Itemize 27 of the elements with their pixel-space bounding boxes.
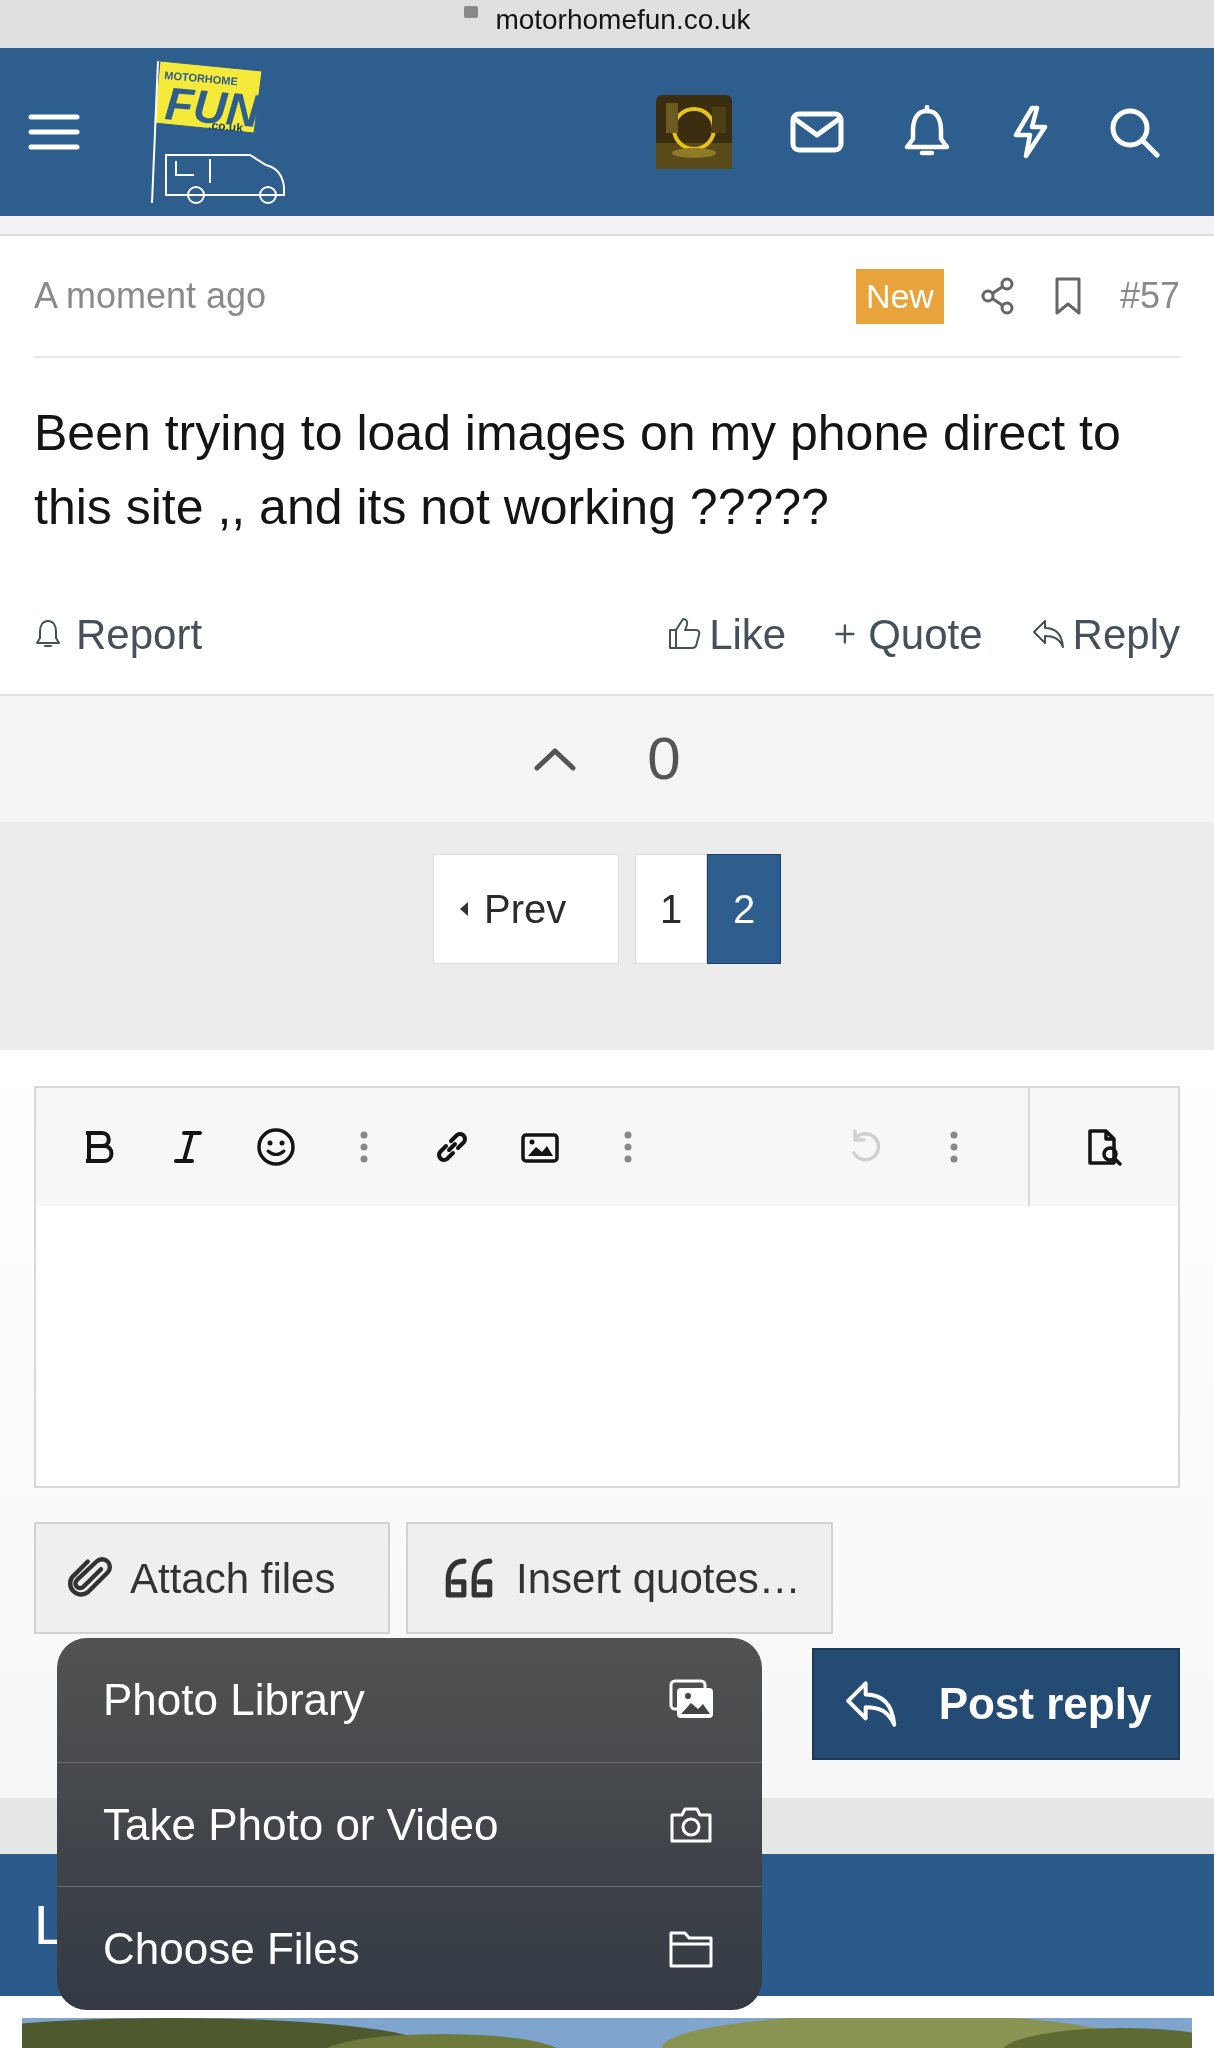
post-time: A moment ago (34, 274, 267, 318)
page-button[interactable]: 1 (635, 854, 707, 964)
paperclip-icon (66, 1556, 114, 1600)
like-button[interactable]: Like (667, 602, 787, 666)
vote-count: 0 (647, 724, 681, 794)
post-reply-button[interactable]: Post reply (812, 1648, 1180, 1760)
caret-left-icon (458, 900, 470, 918)
quote-button[interactable]: Quote (834, 602, 983, 666)
site-logo[interactable]: MOTORHOME FUN .co.uk (150, 57, 300, 207)
insert-quotes-button[interactable]: Insert quotes… (406, 1522, 833, 1634)
url-text: motorhomefun.co.uk (495, 6, 751, 37)
menu-item[interactable]: Take Photo or Video (57, 1762, 762, 1886)
post-body: Been trying to load images on my phone direct to this site ,, and its not working ????? (34, 404, 1122, 537)
share-icon[interactable] (979, 277, 1016, 315)
upvote-icon[interactable] (533, 746, 578, 772)
prev-button[interactable]: Prev (433, 854, 619, 964)
page-button[interactable]: 2 (707, 854, 781, 964)
report-link[interactable]: Report (34, 602, 203, 666)
search-icon[interactable] (1108, 106, 1160, 158)
menu-item[interactable]: Choose Files (57, 1886, 762, 2010)
menu-item[interactable]: Photo Library (57, 1638, 762, 1762)
attach-files-button[interactable]: Attach files (34, 1522, 390, 1634)
smiley-icon[interactable] (256, 1127, 296, 1167)
reply-button[interactable]: Reply (1030, 602, 1180, 666)
new-badge: New (855, 268, 944, 324)
menu-icon[interactable] (28, 112, 80, 152)
mail-icon[interactable] (790, 111, 844, 153)
